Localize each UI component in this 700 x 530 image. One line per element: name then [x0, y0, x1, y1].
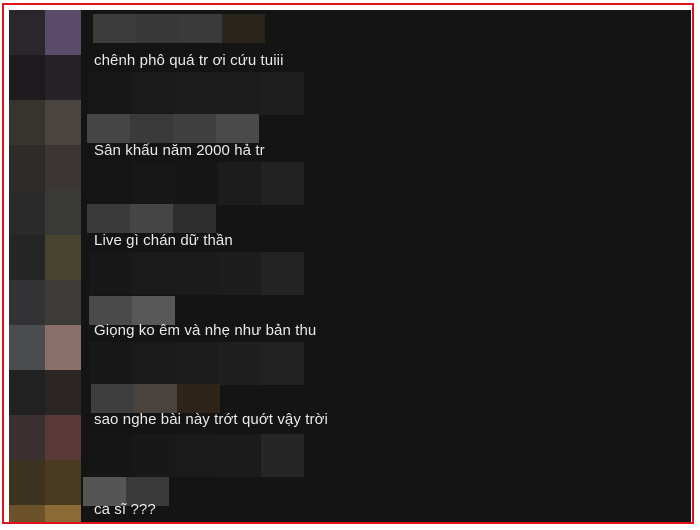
avatar — [9, 370, 45, 415]
avatar — [45, 100, 81, 145]
blurred-background — [89, 434, 304, 477]
blurred-background — [89, 72, 304, 115]
avatar — [45, 145, 81, 190]
blurred-background — [89, 252, 304, 295]
blurred-username — [87, 204, 216, 233]
comment-panel: chênh phô quá tr ơi cứu tuiii Sân khấu n… — [9, 10, 691, 522]
comment-text: ca sĩ ??? — [94, 501, 156, 518]
avatar — [45, 55, 81, 100]
avatar — [45, 280, 81, 325]
avatar — [9, 10, 45, 55]
avatar — [45, 190, 81, 235]
avatar — [45, 10, 81, 55]
avatar — [9, 55, 45, 100]
comment-text: Live gì chán dữ thần — [94, 232, 233, 249]
avatar — [9, 460, 45, 505]
avatar — [9, 280, 45, 325]
comment-text: chênh phô quá tr ơi cứu tuiii — [94, 52, 284, 69]
avatar — [9, 235, 45, 280]
blurred-username — [93, 14, 265, 43]
avatar-column — [9, 10, 81, 522]
avatar — [45, 415, 81, 460]
blurred-background — [89, 342, 304, 385]
avatar — [45, 235, 81, 280]
blurred-username — [91, 384, 220, 413]
avatar — [9, 100, 45, 145]
avatar — [45, 505, 81, 522]
blurred-username — [89, 296, 175, 325]
avatar — [45, 370, 81, 415]
comment-text: sao nghe bài này trớt quớt vậy trời — [94, 411, 328, 428]
avatar — [45, 325, 81, 370]
comment-text: Giọng ko êm và nhẹ như bản thu — [94, 322, 317, 339]
avatar — [9, 190, 45, 235]
avatar — [45, 460, 81, 505]
avatar — [9, 145, 45, 190]
avatar — [9, 415, 45, 460]
avatar — [9, 505, 45, 522]
blurred-background — [89, 162, 304, 205]
avatar — [9, 325, 45, 370]
blurred-username — [87, 114, 259, 143]
comment-text: Sân khấu năm 2000 hả tr — [94, 142, 265, 159]
screenshot-frame: chênh phô quá tr ơi cứu tuiii Sân khấu n… — [2, 3, 694, 524]
